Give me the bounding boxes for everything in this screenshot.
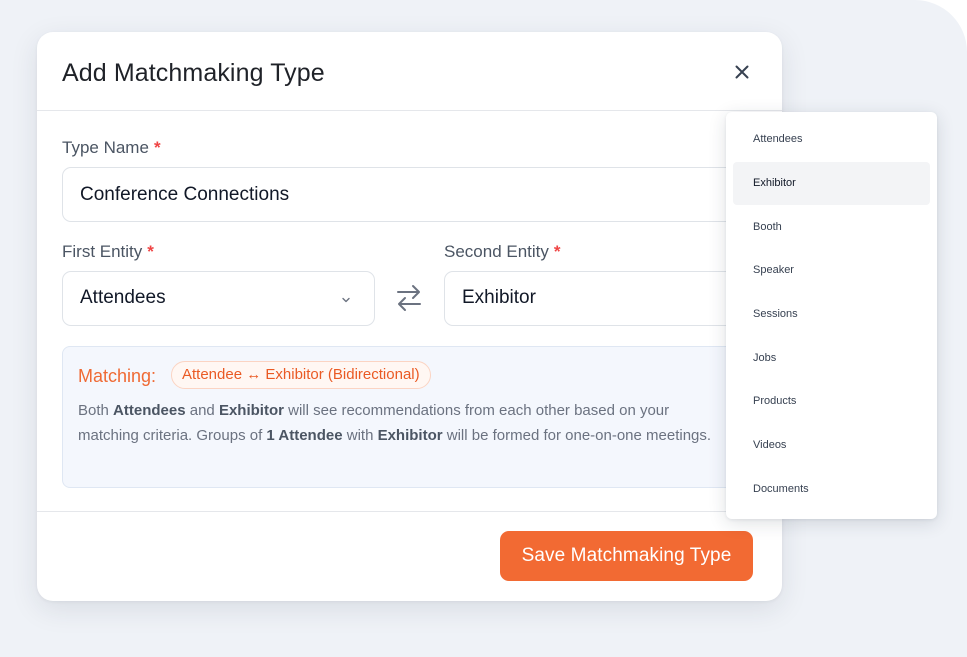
desc-group-b: Exhibitor [377,427,443,444]
desc-text: with [342,427,378,444]
desc-text: will be formed for one-on-one meetings. [442,427,712,444]
dropdown-option-documents[interactable]: Documents [733,468,930,511]
swap-arrows-icon [397,285,421,311]
second-entity-select[interactable]: Exhibitor [444,271,752,326]
desc-text: and [185,402,219,419]
matching-description: Both Attendees and Exhibitor will see re… [78,398,733,448]
dropdown-option-exhibitor[interactable]: Exhibitor [733,162,930,205]
dropdown-option-attendees[interactable]: Attendees [733,118,930,161]
matching-label: Matching: [78,366,157,386]
dropdown-option-speaker[interactable]: Speaker [733,249,930,292]
matching-info-box: Matching: Attendee ↔ Exhibitor (Bidirect… [62,346,762,488]
required-marker: * [153,138,161,157]
matching-direction-badge: Attendee ↔ Exhibitor (Bidirectional) [171,361,431,389]
close-icon [735,65,749,79]
type-name-label-text: Type Name [62,138,149,157]
required-marker: * [147,242,154,261]
type-name-input[interactable] [62,167,752,222]
type-name-label: Type Name * [62,138,161,158]
desc-entity-a: Attendees [113,402,186,419]
first-entity-select[interactable]: Attendees [62,271,375,326]
modal-header: Add Matchmaking Type [37,32,782,111]
desc-text: Both [78,402,114,419]
second-entity-label: Second Entity * [444,242,561,262]
modal-title: Add Matchmaking Type [62,59,325,87]
desc-group-a: 1 Attendee [266,427,343,444]
first-entity-label-text: First Entity [62,242,143,261]
first-entity-value: Attendees [80,287,166,308]
dropdown-option-products[interactable]: Products [733,380,930,423]
second-entity-value: Exhibitor [462,287,536,308]
add-matchmaking-type-modal: Add Matchmaking Type Type Name* First En… [37,32,782,601]
desc-entity-b: Exhibitor [218,402,284,419]
first-entity-label: First Entity * [62,242,154,262]
chevron-down-icon [342,297,350,303]
save-matchmaking-type-button[interactable]: Save Matchmaking Type [500,531,753,581]
dropdown-option-booth[interactable]: Booth [733,206,930,249]
required-marker: * [553,242,561,261]
close-button[interactable] [730,60,754,84]
dropdown-option-sessions[interactable]: Sessions [733,293,930,336]
dropdown-option-videos[interactable]: Videos [733,424,930,467]
second-entity-dropdown-menu: Attendees Exhibitor Booth Speaker Sessio… [726,112,937,519]
footer-divider [37,511,782,512]
dropdown-option-jobs[interactable]: Jobs [733,337,930,380]
second-entity-label-text: Second Entity [444,242,549,261]
